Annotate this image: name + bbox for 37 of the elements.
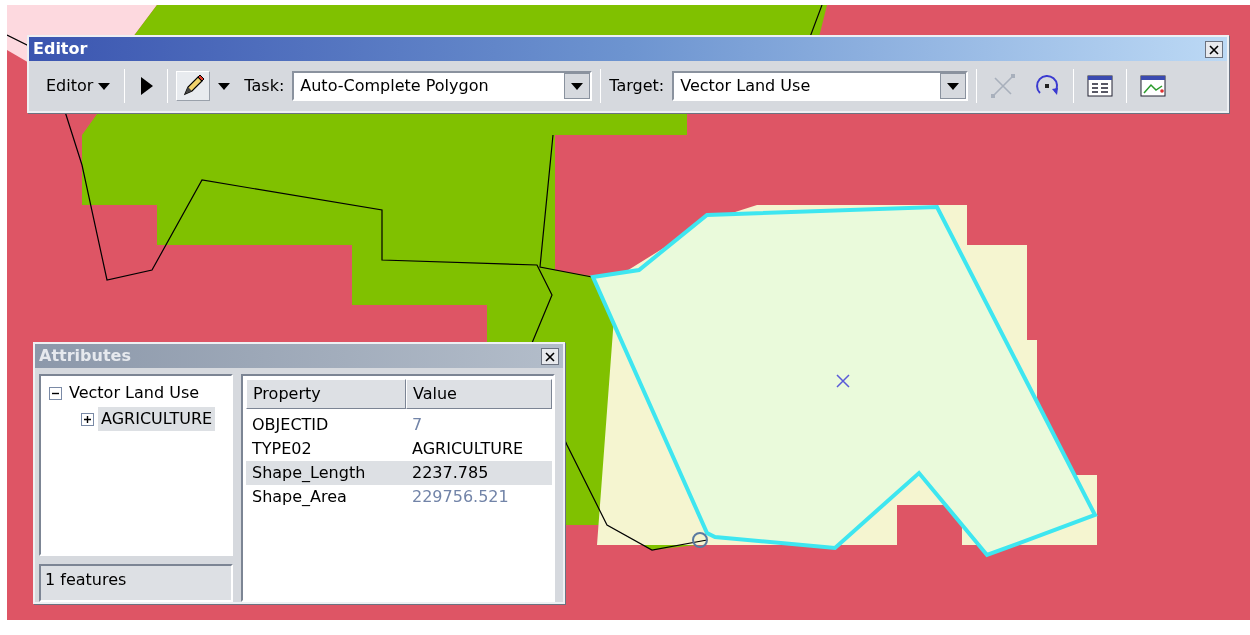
property-cell[interactable]: Shape_Length — [246, 461, 406, 485]
window-title: Attributes — [39, 345, 131, 367]
close-icon — [1209, 44, 1219, 55]
plus-icon — [83, 414, 92, 424]
value-cell[interactable]: 229756.521 — [406, 485, 552, 509]
value-cell[interactable]: 2237.785 — [406, 461, 552, 485]
window-title: Editor — [33, 38, 88, 60]
caret-icon — [217, 81, 232, 91]
caret-icon — [97, 81, 112, 91]
status-bar: 1 features — [39, 564, 233, 602]
target-label: Target: — [609, 75, 665, 97]
property-cell[interactable]: Shape_Area — [246, 485, 406, 509]
task-dropdown[interactable]: Auto-Complete Polygon — [292, 71, 593, 101]
column-header[interactable]: Value — [406, 379, 552, 409]
value-cell[interactable]: AGRICULTURE — [406, 437, 552, 461]
pencil-icon — [181, 74, 206, 98]
value-cell[interactable]: 7 — [406, 413, 552, 437]
line-cross-icon — [990, 73, 1017, 99]
tree-item[interactable]: Vector Land Use — [66, 381, 203, 405]
target-dropdown[interactable]: Vector Land Use — [672, 71, 969, 101]
caret-icon — [570, 81, 585, 91]
sketch-tool-button[interactable] — [176, 71, 211, 101]
close-icon — [545, 351, 555, 362]
column-header[interactable]: Property — [246, 379, 406, 409]
caret-icon — [946, 81, 961, 91]
property-cell[interactable]: OBJECTID — [246, 413, 406, 437]
arrow-pointer-icon — [138, 76, 155, 96]
task-label: Task: — [244, 75, 285, 97]
tree-item[interactable]: AGRICULTURE — [98, 407, 216, 431]
expand-toggle[interactable] — [81, 412, 94, 426]
close-button[interactable] — [541, 347, 559, 365]
property-cell[interactable]: TYPE02 — [246, 437, 406, 461]
chart-window-icon — [1140, 74, 1167, 98]
close-button[interactable] — [1205, 40, 1223, 58]
expand-toggle[interactable] — [49, 386, 62, 400]
editor-menu-button[interactable]: Editor — [37, 71, 117, 101]
table-window-icon — [1087, 74, 1114, 98]
